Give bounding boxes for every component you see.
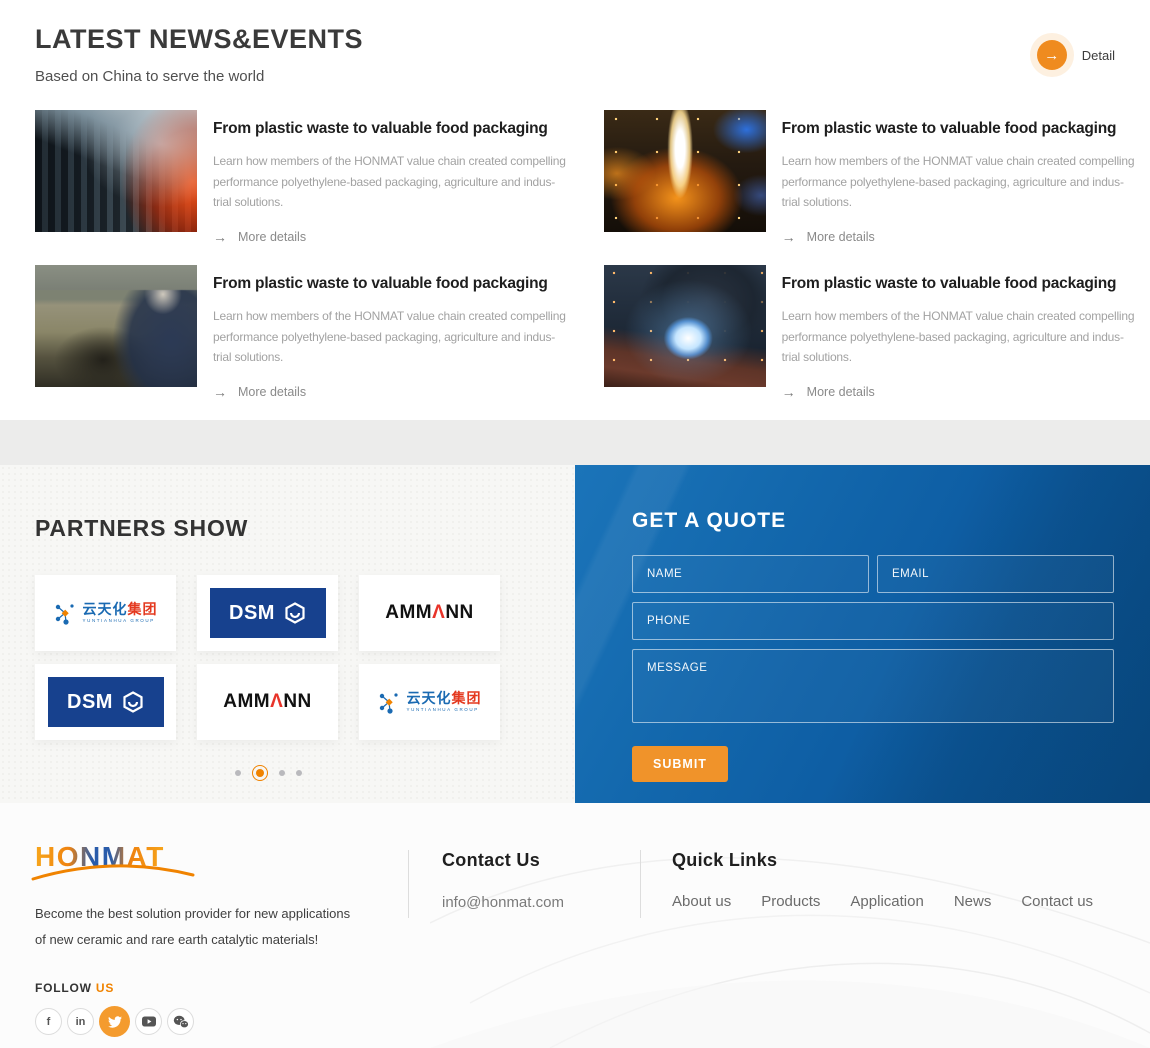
- news-item-title[interactable]: From plastic waste to valuable food pack…: [213, 120, 566, 138]
- yuntianhua-latin-name: YUNTIANHUA GROUP: [83, 619, 158, 624]
- quick-link-about-us[interactable]: About us: [672, 893, 731, 910]
- yuntianhua-cn-suffix: 集团: [128, 602, 158, 616]
- partner-card-yuntianhua: 云天化 集团 YUNTIANHUA GROUP: [35, 575, 176, 651]
- more-details-link[interactable]: → More details: [782, 384, 875, 400]
- carousel-dot[interactable]: [235, 770, 241, 776]
- quote-section-title: GET A QUOTE: [632, 509, 1114, 533]
- news-image-foundry[interactable]: [604, 110, 766, 232]
- quick-links-row: About us Products Application News Conta…: [672, 893, 1093, 910]
- news-card: From plastic waste to valuable food pack…: [604, 110, 1135, 245]
- yuntianhua-cn-name: 云天化: [83, 602, 128, 616]
- news-item-title[interactable]: From plastic waste to valuable food pack…: [782, 120, 1135, 138]
- contact-us-heading: Contact Us: [442, 850, 564, 871]
- quick-link-application[interactable]: Application: [850, 893, 923, 910]
- facebook-icon[interactable]: f: [35, 1008, 62, 1035]
- news-item-description: Learn how members of the HONMAT value ch…: [213, 306, 566, 368]
- news-image-lathe-worker[interactable]: [35, 265, 197, 387]
- partner-card-ammann: AMMΛNN: [197, 664, 338, 740]
- more-details-link[interactable]: → More details: [782, 229, 875, 245]
- email-input[interactable]: [877, 555, 1114, 593]
- yuntianhua-cn-suffix: 集团: [452, 691, 482, 705]
- social-icons-row: f in: [35, 1006, 194, 1037]
- follow-us-label: FOLLOW US: [35, 981, 114, 995]
- twitter-icon[interactable]: [99, 1006, 130, 1037]
- news-image-welder[interactable]: [604, 265, 766, 387]
- message-textarea[interactable]: [632, 649, 1114, 723]
- arrow-right-icon: →: [782, 229, 796, 245]
- news-item-description: Learn how members of the HONMAT value ch…: [213, 151, 566, 213]
- dsm-hexagon-icon: [122, 691, 144, 713]
- name-input[interactable]: [632, 555, 869, 593]
- latest-news-section: LATEST NEWS&EVENTS Based on China to ser…: [0, 0, 1150, 420]
- partners-section-title: PARTNERS SHOW: [35, 515, 575, 542]
- news-section-subtitle: Based on China to serve the world: [35, 68, 1115, 85]
- partner-card-ammann: AMMΛNN: [359, 575, 500, 651]
- news-section-title: LATEST NEWS&EVENTS: [35, 24, 1115, 55]
- more-details-link[interactable]: → More details: [213, 229, 306, 245]
- get-a-quote-section: GET A QUOTE SUBMIT: [575, 465, 1150, 803]
- news-image-tire-smoke[interactable]: [35, 110, 197, 232]
- quick-link-contact-us[interactable]: Contact us: [1021, 893, 1093, 910]
- news-card: From plastic waste to valuable food pack…: [35, 110, 566, 245]
- footer-quick-links-block: Quick Links About us Products Applicatio…: [672, 850, 1093, 910]
- quick-links-heading: Quick Links: [672, 850, 1093, 871]
- contact-email[interactable]: info@honmat.com: [442, 894, 564, 911]
- footer-tagline: Become the best solution provider for ne…: [35, 901, 350, 953]
- footer-divider: [408, 850, 409, 918]
- partner-card-yuntianhua: 云天化 集团 YUNTIANHUA GROUP: [359, 664, 500, 740]
- partner-card-dsm: DSM: [197, 575, 338, 651]
- news-item-title[interactable]: From plastic waste to valuable food pack…: [782, 275, 1135, 293]
- carousel-dot[interactable]: [279, 770, 285, 776]
- partner-card-dsm: DSM: [35, 664, 176, 740]
- arrow-right-icon: →: [213, 229, 227, 245]
- quick-link-news[interactable]: News: [954, 893, 992, 910]
- footer-contact-block: Contact Us info@honmat.com: [442, 850, 564, 911]
- yuntianhua-molecule-icon: [54, 601, 78, 625]
- footer: HONMAT Become the best solution provider…: [0, 803, 1150, 1048]
- footer-divider: [640, 850, 641, 918]
- detail-button-label: Detail: [1082, 48, 1115, 63]
- phone-input[interactable]: [632, 602, 1114, 640]
- quick-link-products[interactable]: Products: [761, 893, 820, 910]
- carousel-pagination: [35, 765, 501, 781]
- arrow-right-icon: →: [782, 384, 796, 400]
- news-card: From plastic waste to valuable food pack…: [604, 265, 1135, 400]
- dsm-logo-text: DSM: [229, 602, 275, 625]
- honmat-logo[interactable]: HONMAT: [35, 841, 195, 883]
- submit-button[interactable]: SUBMIT: [632, 746, 728, 782]
- linkedin-icon[interactable]: in: [67, 1008, 94, 1035]
- footer-wave-decoration: [430, 803, 1150, 1048]
- logo-swoosh-icon: [31, 847, 195, 889]
- partner-logo-grid: 云天化 集团 YUNTIANHUA GROUP DSM: [35, 575, 501, 740]
- arrow-right-icon: →: [213, 384, 227, 400]
- ammann-logo-text: AMMΛNN: [385, 602, 474, 624]
- yuntianhua-molecule-icon: [378, 690, 402, 714]
- news-card: From plastic waste to valuable food pack…: [35, 265, 566, 400]
- dsm-hexagon-icon: [284, 602, 306, 624]
- partners-show-section: PARTNERS SHOW: [0, 465, 575, 803]
- news-item-description: Learn how members of the HONMAT value ch…: [782, 306, 1135, 368]
- wechat-icon[interactable]: [167, 1008, 194, 1035]
- quote-form: SUBMIT: [632, 555, 1114, 782]
- news-item-description: Learn how members of the HONMAT value ch…: [782, 151, 1135, 213]
- carousel-dot-active[interactable]: [252, 765, 268, 781]
- ammann-logo-text: AMMΛNN: [223, 691, 312, 713]
- yuntianhua-cn-name: 云天化: [407, 691, 452, 705]
- section-divider-band: [0, 420, 1150, 465]
- more-details-link[interactable]: → More details: [213, 384, 306, 400]
- youtube-icon[interactable]: [135, 1008, 162, 1035]
- news-item-title[interactable]: From plastic waste to valuable food pack…: [213, 275, 566, 293]
- dsm-logo-text: DSM: [67, 691, 113, 714]
- arrow-right-icon[interactable]: →: [1037, 40, 1067, 70]
- news-grid: From plastic waste to valuable food pack…: [35, 110, 1115, 400]
- yuntianhua-latin-name: YUNTIANHUA GROUP: [407, 708, 482, 713]
- carousel-dot[interactable]: [296, 770, 302, 776]
- detail-button[interactable]: → Detail: [1037, 40, 1115, 70]
